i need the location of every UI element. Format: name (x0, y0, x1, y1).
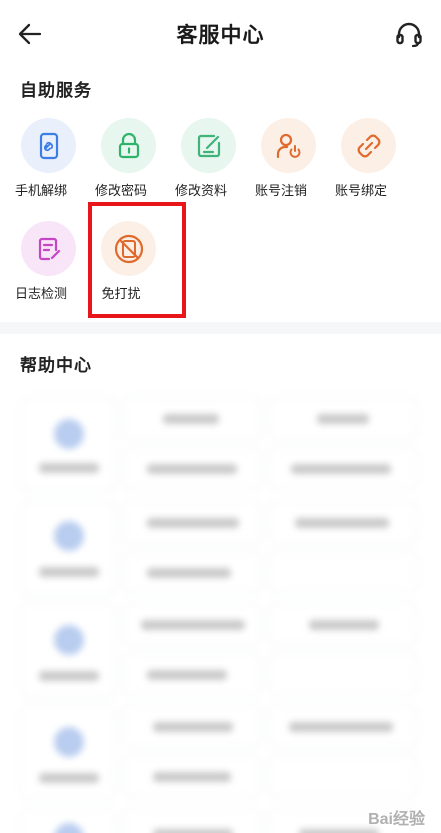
help-question-item[interactable] (268, 500, 418, 544)
help-question-item[interactable] (122, 754, 262, 798)
help-category-card[interactable] (20, 500, 116, 596)
log-icon (21, 221, 76, 276)
category-icon (54, 727, 84, 757)
help-center-title: 帮助中心 (20, 356, 92, 376)
service-label: 账号绑定 (334, 184, 387, 199)
service-account-cancel[interactable]: 账号注销 (241, 118, 321, 210)
category-icon (54, 823, 84, 833)
help-question-item[interactable] (122, 550, 262, 594)
category-label (39, 463, 99, 473)
service-edit-profile[interactable]: 修改资料 (161, 118, 241, 210)
lock-icon (101, 118, 156, 173)
help-category-card[interactable] (20, 704, 116, 800)
self-service-title: 自助服务 (20, 81, 92, 101)
help-category-card[interactable] (20, 808, 116, 833)
user-power-icon (261, 118, 316, 173)
category-label (39, 671, 99, 681)
service-change-password[interactable]: 修改密码 (81, 118, 161, 210)
watermark: Bai经验 (368, 811, 425, 828)
help-center-grid (20, 396, 420, 833)
help-question-item[interactable] (268, 446, 418, 490)
category-label (39, 567, 99, 577)
service-phone-unbind[interactable]: 手机解绑 (1, 118, 81, 210)
help-category-card[interactable] (20, 396, 116, 492)
section-divider (0, 322, 441, 334)
help-question-item[interactable] (268, 396, 418, 440)
service-account-bind[interactable]: 账号绑定 (321, 118, 401, 210)
category-icon (54, 419, 84, 449)
customer-service-button[interactable] (393, 18, 425, 50)
link-icon (341, 118, 396, 173)
help-question-item[interactable] (122, 704, 262, 748)
help-question-item[interactable] (268, 550, 418, 594)
page-title: 客服中心 (176, 23, 265, 47)
top-bar: 客服中心 (0, 0, 441, 66)
help-question-item[interactable] (268, 754, 418, 798)
edit-icon (181, 118, 236, 173)
help-question-item[interactable] (122, 808, 262, 833)
help-question-item[interactable] (268, 602, 418, 646)
category-label (39, 773, 99, 783)
help-question-item[interactable] (122, 652, 262, 696)
headset-icon (396, 22, 422, 48)
help-question-item[interactable] (268, 652, 418, 696)
highlight-box (88, 202, 186, 318)
help-question-item[interactable] (122, 446, 262, 490)
category-icon (54, 625, 84, 655)
help-question-item[interactable] (122, 396, 262, 440)
help-question-item[interactable] (268, 704, 418, 748)
help-question-item[interactable] (122, 500, 262, 544)
category-icon (54, 521, 84, 551)
help-question-item[interactable] (122, 602, 262, 646)
help-category-card[interactable] (20, 602, 116, 698)
phone-unbind-icon (21, 118, 76, 173)
service-log-check[interactable]: 日志检测 (1, 221, 81, 313)
